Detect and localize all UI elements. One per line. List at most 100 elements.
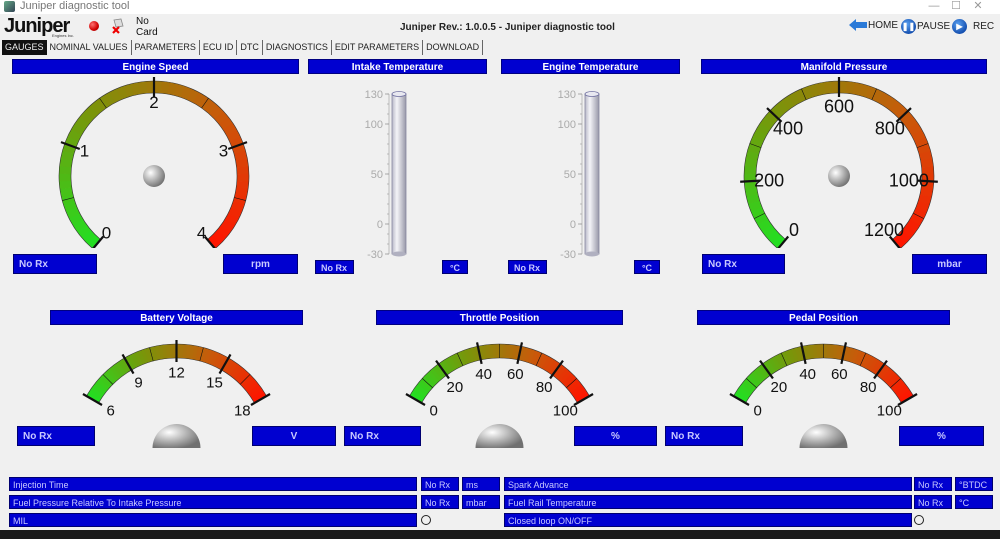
fuel-pressure-value: No Rx (421, 495, 459, 509)
home-button[interactable]: HOME (849, 19, 898, 31)
gauge-tick-label: 15 (206, 374, 223, 391)
thermometer-tick-label: 100 (558, 119, 576, 131)
gauge-tick-label: 2 (149, 93, 158, 112)
manifold-pressure-value: No Rx (702, 254, 785, 274)
gauge-tick-label: 40 (475, 366, 492, 383)
spark-advance-value: No Rx (914, 477, 952, 491)
battery-voltage-title: Battery Voltage (50, 310, 303, 325)
engine-temperature-title: Engine Temperature (501, 59, 680, 74)
tab-download[interactable]: DOWNLOAD (423, 40, 484, 55)
gauge-tick-label: 6 (107, 402, 115, 419)
tab-edit-parameters[interactable]: EDIT PARAMETERS (332, 40, 424, 55)
gauge-tick-label: 1 (80, 142, 89, 161)
arrow-left-icon (849, 19, 867, 31)
gauge-tick-label: 18 (234, 402, 251, 419)
gauge-tick-label: 4 (197, 224, 206, 243)
tab-ecu-id[interactable]: ECU ID (200, 40, 238, 55)
gauge-arc-segment (236, 166, 249, 175)
thermometer-base (392, 251, 406, 257)
gauge-tick-label: 0 (754, 402, 762, 419)
fuel-pressure-label: Fuel Pressure Relative To Intake Pressur… (9, 495, 417, 509)
pause-label: PAUSE (917, 21, 951, 32)
gauge-needle-hub (152, 424, 201, 448)
gauge-tick-label: 12 (168, 364, 185, 381)
manifold-pressure-gauge: 0 200 400 600 800 1000 1200 (740, 77, 938, 248)
throttle-position-value: No Rx (344, 426, 421, 446)
logo-subtitle: Engines Inc. (52, 33, 75, 38)
pause-button[interactable]: ❚❚ PAUSE (901, 19, 950, 34)
gauge-tick-label: 200 (754, 170, 784, 190)
gauge-tick-label: 9 (134, 374, 142, 391)
pause-icon: ❚❚ (901, 19, 916, 34)
manifold-pressure-title: Manifold Pressure (701, 59, 987, 74)
injection-time-value: No Rx (421, 477, 459, 491)
manifold-pressure-unit: mbar (912, 254, 987, 274)
rec-button[interactable]: ▶ REC (952, 19, 994, 34)
gauge-arc-segment (839, 81, 848, 94)
app-title: Juniper Rev.: 1.0.0.5 - Juniper diagnost… (400, 22, 615, 33)
thermometer-tick-label: -30 (560, 249, 576, 261)
tab-bar: GAUGES NOMINAL VALUES PARAMETERS ECU ID … (2, 40, 484, 56)
pedal-position-value: No Rx (665, 426, 743, 446)
fuel-pressure-unit: mbar (462, 495, 500, 509)
closed-loop-label: Closed loop ON/OFF (504, 513, 912, 527)
app-window: Juniper diagnostic tool — ☐ ✕ Juniper En… (0, 0, 1000, 539)
tab-nominal-values[interactable]: NOMINAL VALUES (47, 40, 132, 55)
app-header: Juniper Engines Inc. No Card Juniper Rev… (0, 14, 1000, 40)
gauge-tick-label: 20 (770, 379, 787, 396)
thermometer-tube (391, 93, 407, 255)
no-card-icon (112, 18, 124, 34)
intake-temperature-value: No Rx (315, 260, 354, 274)
tab-parameters[interactable]: PARAMETERS (132, 40, 200, 55)
engine-speed-value: No Rx (13, 254, 97, 274)
gauge-tick-label: 80 (536, 379, 553, 396)
gauge-tick-label: 100 (877, 402, 902, 419)
thermometer-tick-label: 50 (371, 169, 383, 181)
spark-advance-label: Spark Advance (504, 477, 912, 491)
gauge-arc-segment (236, 173, 250, 182)
gauge-tick-label: 60 (507, 366, 524, 383)
gauge-tick-label: 800 (875, 118, 905, 138)
tab-gauges[interactable]: GAUGES (2, 40, 47, 55)
intake-temperature-unit: °C (442, 260, 468, 274)
engine-temperature-thermometer: 130 100 50 0 -30 (558, 89, 600, 261)
gauge-needle-hub (143, 165, 165, 187)
thermometer-cap (584, 91, 600, 97)
thermometer-tick-label: 130 (558, 89, 576, 101)
gauge-tick-label: 400 (773, 118, 803, 138)
card-status-line1: No (136, 16, 149, 27)
battery-voltage-value: No Rx (17, 426, 95, 446)
card-status-line2: Card (136, 27, 158, 38)
tab-dtc[interactable]: DTC (237, 40, 263, 55)
gauge-tick-label: 80 (860, 379, 877, 396)
injection-time-unit: ms (462, 477, 500, 491)
engine-speed-gauge: 0 1 2 3 4 (58, 77, 250, 248)
injection-time-label: Injection Time (9, 477, 417, 491)
gauge-tick-label: 100 (553, 402, 578, 419)
play-icon: ▶ (952, 19, 967, 34)
thermometer-tick-label: 100 (365, 119, 383, 131)
gauge-tick-label: 600 (824, 96, 854, 116)
gauge-arc-segment (154, 81, 163, 94)
rec-label: REC (973, 21, 995, 32)
record-status-icon (89, 21, 99, 31)
gauge-tick-label: 0 (789, 220, 799, 240)
intake-temperature-thermometer: 130 100 50 0 -30 (365, 89, 407, 261)
thermometer-tick-label: 0 (377, 219, 383, 231)
gauge-tick-label: 20 (446, 379, 463, 396)
app-icon (4, 1, 15, 12)
home-label: HOME (868, 19, 898, 31)
mil-indicator-icon (421, 515, 431, 525)
mil-label: MIL (9, 513, 417, 527)
battery-voltage-unit: V (252, 426, 336, 446)
fuel-rail-temperature-value: No Rx (914, 495, 952, 509)
gauge-needle-hub (799, 424, 848, 448)
gauge-needle-hub (475, 424, 524, 448)
thermometer-tube (584, 93, 600, 255)
close-button[interactable]: ✕ (956, 0, 1000, 14)
tab-diagnostics[interactable]: DIAGNOSTICS (263, 40, 332, 55)
engine-speed-unit: rpm (223, 254, 298, 274)
gauge-tick-label: 0 (430, 402, 438, 419)
gauge-tick-label: 0 (102, 224, 111, 243)
thermometer-base (585, 251, 599, 257)
